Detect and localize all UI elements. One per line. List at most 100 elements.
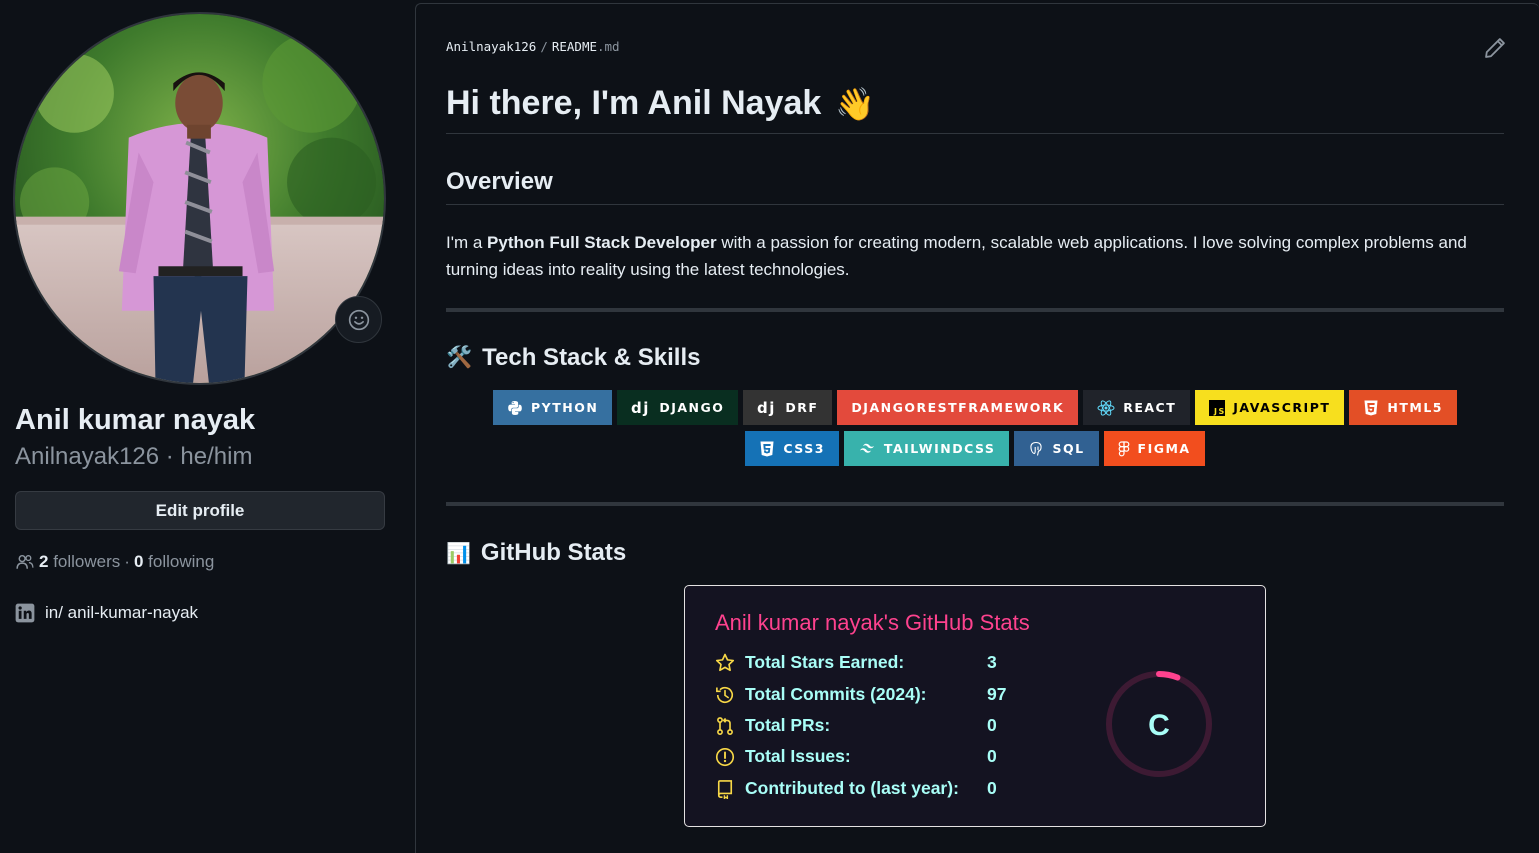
github-stats-card: Anil kumar nayak's GitHub Stats Total St… (684, 585, 1266, 827)
stat-label: Total Commits (2024): (745, 684, 927, 704)
overview-paragraph: I'm a Python Full Stack Developer with a… (446, 229, 1504, 283)
profile-page: Anil kumar nayak Anilnayak126 · he/him E… (0, 0, 1539, 853)
svg-text:dj: dj (757, 400, 776, 416)
html5-icon (1363, 400, 1379, 416)
badge-javascript[interactable]: JS JAVASCRIPT (1195, 390, 1345, 425)
badge-label: HTML5 (1387, 400, 1443, 415)
badge-label: TAILWINDCSS (883, 441, 996, 456)
linkedin-icon (15, 603, 35, 623)
stat-row: Total Commits (2024): 97 (715, 684, 1006, 705)
badge-tailwindcss[interactable]: TAILWINDCSS (843, 431, 1010, 466)
heading-divider (446, 133, 1504, 134)
avatar[interactable] (13, 12, 386, 385)
tech-stack-heading: 🛠️ Tech Stack & Skills (446, 344, 700, 372)
profile-username: Anilnayak126 · he/him (15, 443, 253, 470)
django-icon: dj (631, 400, 651, 416)
edit-profile-button[interactable]: Edit profile (15, 491, 385, 530)
badges-row-2: CSS3 TAILWINDCSS SQL FIGMA (446, 431, 1504, 466)
badge-label: FIGMA (1137, 441, 1191, 456)
repo-icon (715, 779, 735, 799)
section-break (446, 308, 1504, 312)
overview-heading: Overview (446, 168, 553, 195)
stat-row: Total Issues: 0 (715, 746, 997, 767)
breadcrumb-separator: / (540, 39, 548, 54)
follow-stats: 2 followers · 0 following (15, 552, 214, 572)
django-icon: dj (757, 400, 777, 416)
pull-request-icon (715, 716, 735, 736)
badge-label: SQL (1052, 441, 1085, 456)
readme-panel: Anilnayak126 /README.md Hi there, I'm Ani… (415, 3, 1539, 853)
badges-row-1: PYTHON dj DJANGO dj DRF DJANGORESTFRAMEWORK RE… (446, 390, 1504, 425)
badge-css3[interactable]: CSS3 (745, 431, 839, 466)
stat-row: Contributed to (last year): 0 (715, 778, 997, 799)
stat-label: Total PRs: (745, 715, 831, 735)
github-stats-heading: 📊 GitHub Stats (446, 539, 626, 567)
overview-text-bold: Python Full Stack Developer (487, 233, 717, 252)
avatar-photo (15, 14, 384, 383)
postgres-icon (1028, 441, 1044, 457)
stat-label: Contributed to (last year): (745, 778, 959, 798)
badge-python[interactable]: PYTHON (493, 390, 613, 425)
history-icon (715, 685, 735, 705)
badge-label: CSS3 (783, 441, 825, 456)
overview-divider (446, 204, 1504, 205)
badge-react[interactable]: REACT (1083, 390, 1191, 425)
rank-letter: C (1148, 709, 1170, 742)
tech-stack-heading-text: Tech Stack & Skills (482, 344, 701, 371)
tools-icon: 🛠️ (446, 346, 473, 369)
breadcrumb-file: README (551, 39, 597, 54)
badge-django[interactable]: dj DJANGO (617, 390, 739, 425)
followers-label: followers (53, 552, 121, 571)
set-status-button[interactable] (335, 296, 382, 343)
tailwind-icon (858, 443, 876, 455)
waving-hand-icon: 👋 (835, 85, 876, 122)
figma-icon (1118, 440, 1130, 457)
css3-icon (759, 441, 775, 457)
javascript-icon: JS (1209, 399, 1226, 416)
rank-ring: C (1106, 671, 1212, 777)
star-icon (715, 653, 735, 673)
stat-row: Total PRs: 0 (715, 715, 997, 736)
stat-row: Total Stars Earned: 3 (715, 652, 997, 673)
smiley-icon (348, 309, 369, 330)
people-icon (16, 554, 34, 569)
linkedin-social-link: in/ anil-kumar-nayak (15, 603, 198, 623)
breadcrumb: Anilnayak126 /README.md (446, 39, 620, 54)
badge-drf[interactable]: dj DRF (743, 390, 833, 425)
badge-label: REACT (1123, 400, 1177, 415)
badge-label: DJANGO (659, 400, 725, 415)
badge-figma[interactable]: FIGMA (1103, 431, 1205, 466)
breadcrumb-file-ext: .md (597, 39, 620, 54)
stat-label: Total Stars Earned: (745, 652, 905, 672)
python-icon (507, 400, 523, 416)
followers-link[interactable]: 2 followers (39, 552, 120, 572)
react-icon (1097, 399, 1115, 417)
badge-label: PYTHON (531, 400, 599, 415)
followers-count: 2 (39, 552, 49, 571)
breadcrumb-user[interactable]: Anilnayak126 (446, 39, 536, 54)
stat-value: 0 (987, 778, 997, 798)
chart-icon: 📊 (446, 542, 471, 565)
stat-value: 97 (987, 684, 1007, 704)
badge-label: DJANGORESTFRAMEWORK (851, 400, 1065, 415)
pencil-icon[interactable] (1484, 37, 1506, 59)
github-stats-heading-text: GitHub Stats (480, 539, 627, 566)
following-label: following (148, 552, 215, 571)
follow-separator: · (124, 552, 130, 571)
stats-card-title: Anil kumar nayak's GitHub Stats (715, 610, 1030, 635)
overview-text-pre: I'm a (446, 233, 488, 252)
issue-icon (715, 747, 735, 767)
stat-value: 3 (987, 652, 997, 672)
badge-html5[interactable]: HTML5 (1349, 390, 1457, 425)
svg-text:dj: dj (631, 400, 650, 416)
linkedin-link[interactable]: in/ anil-kumar-nayak (45, 603, 198, 623)
profile-display-name: Anil kumar nayak (15, 404, 256, 436)
badge-djangorestframework[interactable]: DJANGORESTFRAMEWORK (837, 390, 1079, 425)
stat-label: Total Issues: (745, 746, 851, 766)
section-break (446, 502, 1504, 506)
following-link[interactable]: 0 following (134, 552, 214, 572)
badge-sql[interactable]: SQL (1014, 431, 1099, 466)
readme-heading: Hi there, I'm Anil Nayak 👋 (446, 84, 875, 123)
following-count: 0 (133, 552, 144, 571)
profile-sidebar: Anil kumar nayak Anilnayak126 · he/him E… (0, 0, 400, 853)
